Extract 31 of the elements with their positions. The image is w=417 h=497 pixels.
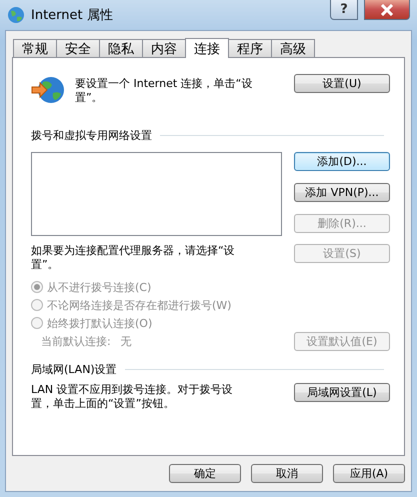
tab[interactable]: 常规 bbox=[13, 39, 57, 57]
button[interactable]: 添加(D)... bbox=[294, 152, 390, 171]
tab[interactable]: 隐私 bbox=[99, 39, 143, 57]
window-title: Internet 属性 bbox=[31, 7, 114, 24]
close-icon bbox=[380, 4, 394, 16]
button[interactable]: 取消 bbox=[251, 464, 323, 483]
globe-icon bbox=[7, 6, 25, 24]
option-label: 始终拨打默认连接(O) bbox=[47, 316, 152, 330]
section-heading: 局域网(LAN)设置 bbox=[31, 362, 117, 377]
button[interactable]: 添加 VPN(P)... bbox=[294, 183, 390, 202]
close-button[interactable] bbox=[364, 0, 410, 20]
tab[interactable]: 内容 bbox=[142, 39, 186, 57]
button[interactable]: 确定 bbox=[169, 464, 241, 483]
button[interactable]: 应用(A) bbox=[333, 464, 405, 483]
tab[interactable]: 连接 bbox=[185, 38, 229, 58]
default-connection-label: 当前默认连接: bbox=[41, 334, 111, 349]
globe-icon bbox=[31, 74, 65, 106]
option-label: 从不进行拨号连接(C) bbox=[47, 280, 152, 294]
lan-text: LAN 设置不应用到拨号连接。对于拨号设置，单击上面的“设置”按钮。 bbox=[31, 383, 234, 411]
default-connection-value: 无 bbox=[120, 334, 132, 349]
help-button[interactable]: ? bbox=[330, 0, 358, 20]
tab[interactable]: 高级 bbox=[271, 39, 315, 57]
section-heading: 拨号和虚拟专用网络设置 bbox=[31, 128, 152, 143]
button[interactable]: 设置(U) bbox=[294, 74, 390, 93]
proxy-text: 如果要为连接配置代理服务器，请选择“设置”。 bbox=[31, 244, 236, 272]
button[interactable]: 局域网设置(L) bbox=[294, 383, 390, 402]
tab[interactable]: 安全 bbox=[56, 39, 100, 57]
tab[interactable]: 程序 bbox=[228, 39, 272, 57]
setup-text: 要设置一个 Internet 连接，单击“设置”。 bbox=[75, 77, 254, 105]
option-label: 不论网络连接是否存在都进行拨号(W) bbox=[47, 298, 232, 312]
connection-list[interactable] bbox=[31, 152, 282, 236]
